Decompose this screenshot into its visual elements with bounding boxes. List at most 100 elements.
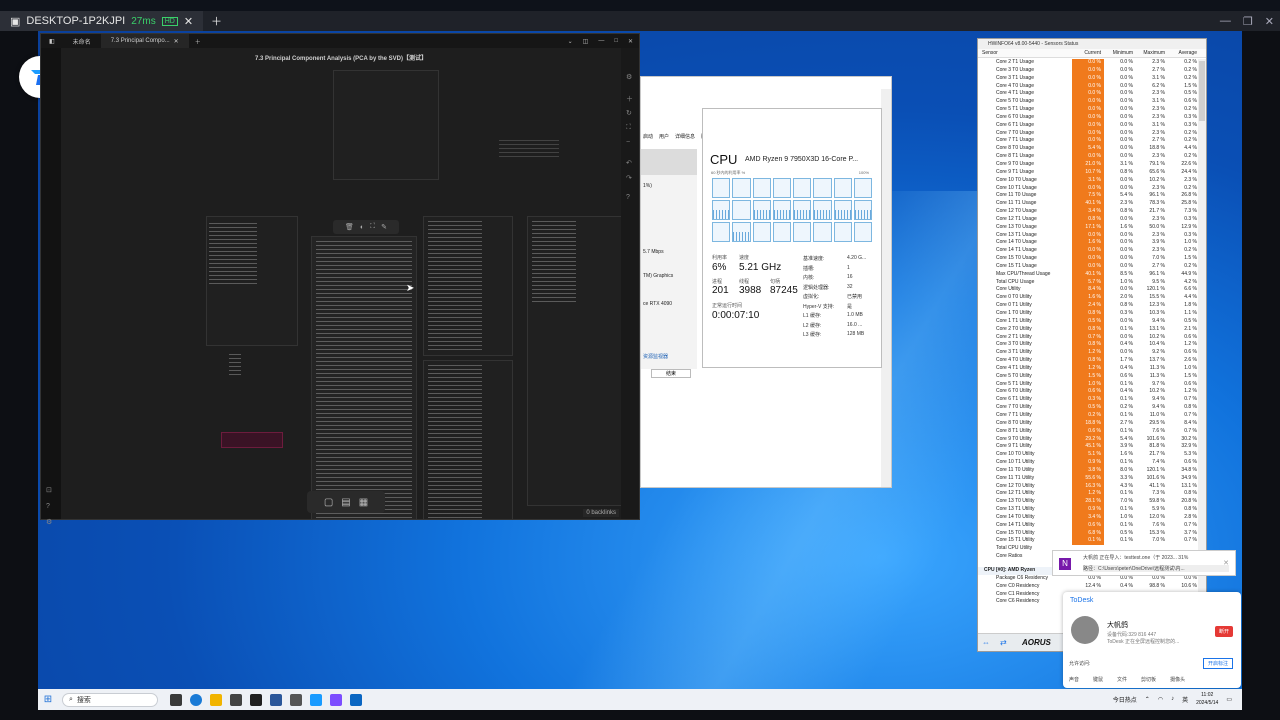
tab-startup[interactable]: 启动 xyxy=(643,133,653,145)
zoom-in-icon[interactable]: ＋ xyxy=(626,94,633,104)
sensor-row[interactable]: Core 10 T0 Utility 5.1 % 1.6 % 21.7 % 5.3 % xyxy=(978,451,1198,460)
perf-item[interactable]: 1%) xyxy=(641,183,697,189)
add-file-icon[interactable]: ▤ xyxy=(341,497,350,508)
todesk-app-icon[interactable] xyxy=(310,693,322,706)
sensor-row[interactable]: Core 12 T0 Utility 16.3 % 4.3 % 41.1 % 13.1 … xyxy=(978,482,1198,491)
search-input[interactable]: ⌕ 搜索 xyxy=(62,692,158,707)
canvas-card[interactable] xyxy=(527,216,621,506)
canvas-card[interactable] xyxy=(499,140,559,180)
sensor-row[interactable]: Core 9 T0 Utility 29.2 % 5.4 % 101.6 % 30.2 … xyxy=(978,435,1198,444)
app-icon[interactable] xyxy=(270,693,282,706)
option-camera[interactable]: 摄像头 xyxy=(1170,676,1185,683)
option-keyboard[interactable]: 键鼠 xyxy=(1093,676,1103,683)
minimize-icon[interactable]: — xyxy=(1220,15,1231,27)
sidebar-toggle-icon[interactable]: ◧ xyxy=(41,38,63,45)
perf-item[interactable]: ce RTX 4090 xyxy=(641,301,697,307)
sensor-row[interactable]: Core 6 T1 Usage 0.0 % 0.0 % 3.1 % 0.3 % xyxy=(978,121,1198,130)
column-header[interactable]: Maximum xyxy=(1136,49,1168,58)
sensor-row[interactable]: Core 5 T1 Usage 0.0 % 0.0 % 2.3 % 0.2 % xyxy=(978,106,1198,114)
sensor-row[interactable]: Core 13 T0 Utility 28.1 % 7.0 % 59.8 % 20.8 … xyxy=(978,498,1198,507)
highlighted-card[interactable] xyxy=(221,432,283,448)
sensor-row[interactable]: Core 12 T1 Utility 1.2 % 0.1 % 7.3 % 0.8 % xyxy=(978,490,1198,499)
sensor-row[interactable]: Package C6 Residency 0.0 % 0.0 % 0.0 % 0.0 % xyxy=(978,575,1198,583)
terminal-icon[interactable] xyxy=(250,693,262,706)
sensor-row[interactable]: Core 15 T0 Usage 0.0 % 0.0 % 7.0 % 1.5 % xyxy=(978,255,1198,263)
sensor-row[interactable]: Max CPU/Thread Usage 40.1 % 8.5 % 96.1 % 44.… xyxy=(978,270,1198,279)
sensor-row[interactable]: Core 2 T1 Utility 0.7 % 0.0 % 10.2 % 0.6 % xyxy=(978,333,1198,342)
sensor-row[interactable]: Core 4 T1 Usage 0.0 % 0.0 % 2.3 % 0.5 % xyxy=(978,90,1198,99)
tab-users[interactable]: 用户 xyxy=(659,133,669,145)
network-icon[interactable]: ⇄ xyxy=(1000,638,1007,647)
add-tab-icon[interactable]: ＋ xyxy=(203,13,230,29)
close-icon[interactable]: ✕ xyxy=(628,38,633,45)
sensor-row[interactable]: Total CPU Usage 5.7 % 1.0 % 9.5 % 4.2 % xyxy=(978,278,1198,287)
obsidian-icon[interactable] xyxy=(330,693,342,706)
sensor-row[interactable]: Core 9 T0 Usage 21.0 % 3.1 % 79.1 % 22.6 % xyxy=(978,160,1198,169)
backlinks-status[interactable]: 0 backlinks xyxy=(583,509,619,517)
zoom-out-icon[interactable]: − xyxy=(626,139,630,146)
import-notification[interactable]: N 大帆鸽 正在导入：testtest.one（于 2023... 31% 路径… xyxy=(1052,550,1236,576)
sensor-row[interactable]: Core 8 T0 Usage 5.4 % 0.0 % 18.8 % 4.4 % xyxy=(978,145,1198,154)
tab-untitled[interactable]: 未命名 xyxy=(63,34,101,48)
perf-item[interactable]: 5.7 Mbps xyxy=(641,249,697,255)
sensor-row[interactable]: Core 5 T1 Utility 1.0 % 0.1 % 9.7 % 0.6 % xyxy=(978,380,1198,389)
restore-icon[interactable]: ❐ xyxy=(1243,15,1253,28)
sensor-row[interactable]: Core 12 T0 Usage 3.4 % 0.8 % 21.7 % 7.3 % xyxy=(978,208,1198,216)
sensor-row[interactable]: Core 2 T1 Usage 0.0 % 0.0 % 2.3 % 0.2 % xyxy=(978,59,1198,67)
sensor-row[interactable]: Core 1 T0 Utility 0.8 % 0.3 % 10.3 % 1.1 % xyxy=(978,310,1198,318)
split-icon[interactable]: ◫ xyxy=(583,38,589,45)
sensor-row[interactable]: Core 3 T1 Usage 0.0 % 0.0 % 3.1 % 0.2 % xyxy=(978,74,1198,83)
close-icon[interactable]: ✕ xyxy=(1223,559,1229,567)
sensor-row[interactable]: Core 3 T0 Utility 0.8 % 0.4 % 10.4 % 1.2 % xyxy=(978,341,1198,350)
sensor-row[interactable]: Core 4 T0 Usage 0.0 % 0.0 % 6.2 % 1.5 % xyxy=(978,82,1198,91)
sensor-row[interactable]: Core 13 T1 Utility 0.9 % 0.1 % 5.9 % 0.8 % xyxy=(978,506,1198,514)
close-tab-icon[interactable]: ✕ xyxy=(174,38,179,45)
canvas-card[interactable] xyxy=(221,348,281,428)
close-icon[interactable]: ✕ xyxy=(1265,15,1274,28)
edge-icon[interactable] xyxy=(190,693,202,706)
delete-icon[interactable]: 🗑 xyxy=(345,223,354,231)
help-icon[interactable]: ? xyxy=(626,194,630,201)
tray-arrow-icon[interactable]: ⌃ xyxy=(1145,696,1150,703)
sensor-row[interactable]: Core 9 T1 Usage 10.7 % 0.8 % 65.6 % 24.4 % xyxy=(978,168,1198,177)
close-tab-icon[interactable]: ✕ xyxy=(184,15,193,28)
canvas-view[interactable]: 7.3 Principal Component Analysis (PCA by… xyxy=(61,48,621,519)
sensor-row[interactable]: Core 0 T1 Utility 2.4 % 0.8 % 12.3 % 1.8 % xyxy=(978,302,1198,310)
disconnect-button[interactable]: 断开 xyxy=(1214,626,1233,637)
sensor-row[interactable]: Core 15 T0 Utility 6.8 % 0.5 % 15.3 % 3.7 % xyxy=(978,529,1198,538)
sensor-row[interactable]: Core 6 T0 Usage 0.0 % 0.0 % 2.3 % 0.3 % xyxy=(978,113,1198,122)
sensor-row[interactable]: Core 1 T1 Utility 0.5 % 0.0 % 9.4 % 0.5 % xyxy=(978,317,1198,326)
column-header[interactable]: Minimum xyxy=(1104,49,1136,58)
sensor-row[interactable]: Core 0 T0 Utility 1.6 % 2.0 % 15.5 % 4.4 % xyxy=(978,294,1198,303)
sensor-row[interactable]: Core 6 T1 Utility 0.3 % 0.1 % 9.4 % 0.7 % xyxy=(978,396,1198,405)
nav-arrows-icon[interactable]: ⇔ xyxy=(982,638,990,647)
sensor-row[interactable]: Core 13 T1 Usage 0.0 % 0.0 % 2.3 % 0.3 % xyxy=(978,231,1198,240)
reset-zoom-icon[interactable]: ↻ xyxy=(626,109,632,117)
add-media-icon[interactable]: ▦ xyxy=(359,497,368,508)
tab-details[interactable]: 详细信息 xyxy=(675,133,695,145)
notification-center-icon[interactable]: ▭ xyxy=(1226,696,1232,703)
sensor-row[interactable]: Core 3 T1 Utility 1.2 % 0.0 % 9.2 % 0.6 % xyxy=(978,349,1198,358)
sensor-row[interactable]: Core 8 T1 Utility 0.6 % 0.1 % 7.6 % 0.7 % xyxy=(978,427,1198,436)
sensor-row[interactable]: Core 12 T1 Usage 0.8 % 0.0 % 2.3 % 0.3 % xyxy=(978,215,1198,224)
sensor-row[interactable]: Core 15 T1 Utility 0.1 % 0.1 % 7.0 % 0.7 % xyxy=(978,537,1198,546)
dropdown-icon[interactable]: ⌄ xyxy=(568,38,573,45)
app-icon[interactable] xyxy=(290,693,302,706)
canvas-card[interactable] xyxy=(423,360,513,519)
sensor-row[interactable]: Core 8 T1 Usage 0.0 % 0.0 % 2.3 % 0.2 % xyxy=(978,153,1198,161)
sensor-row[interactable]: Core 10 T0 Usage 3.1 % 0.0 % 10.2 % 2.3 % xyxy=(978,176,1198,185)
vault-icon[interactable]: ⊡ xyxy=(46,486,52,494)
annotate-button[interactable]: 开启标注 xyxy=(1202,658,1233,669)
column-header[interactable]: Average xyxy=(1168,49,1200,58)
sensor-row[interactable]: Core 14 T1 Utility 0.6 % 0.1 % 7.6 % 0.7 % xyxy=(978,521,1198,530)
sensor-row[interactable]: Core 11 T0 Utility 3.8 % 8.0 % 120.1 % 34.8 … xyxy=(978,466,1198,475)
windows-start-icon[interactable]: ⊞ xyxy=(38,694,58,705)
clock[interactable]: 11:02 2024/5/14 xyxy=(1196,691,1218,707)
resource-monitor-link[interactable]: 资源监视器 xyxy=(643,353,668,360)
maximize-icon[interactable]: □ xyxy=(614,38,618,45)
sensor-row[interactable]: Core 3 T0 Usage 0.0 % 0.0 % 2.7 % 0.2 % xyxy=(978,66,1198,75)
sensor-row[interactable]: Core 10 T1 Utility 0.9 % 0.1 % 7.4 % 0.6 % xyxy=(978,459,1198,467)
sensor-row[interactable]: Core 7 T0 Utility 0.5 % 0.2 % 9.4 % 0.8 % xyxy=(978,404,1198,412)
sensor-row[interactable]: Core 14 T0 Utility 3.4 % 1.0 % 12.0 % 2.8 % xyxy=(978,513,1198,522)
color-icon[interactable]: ◐ xyxy=(360,224,364,231)
